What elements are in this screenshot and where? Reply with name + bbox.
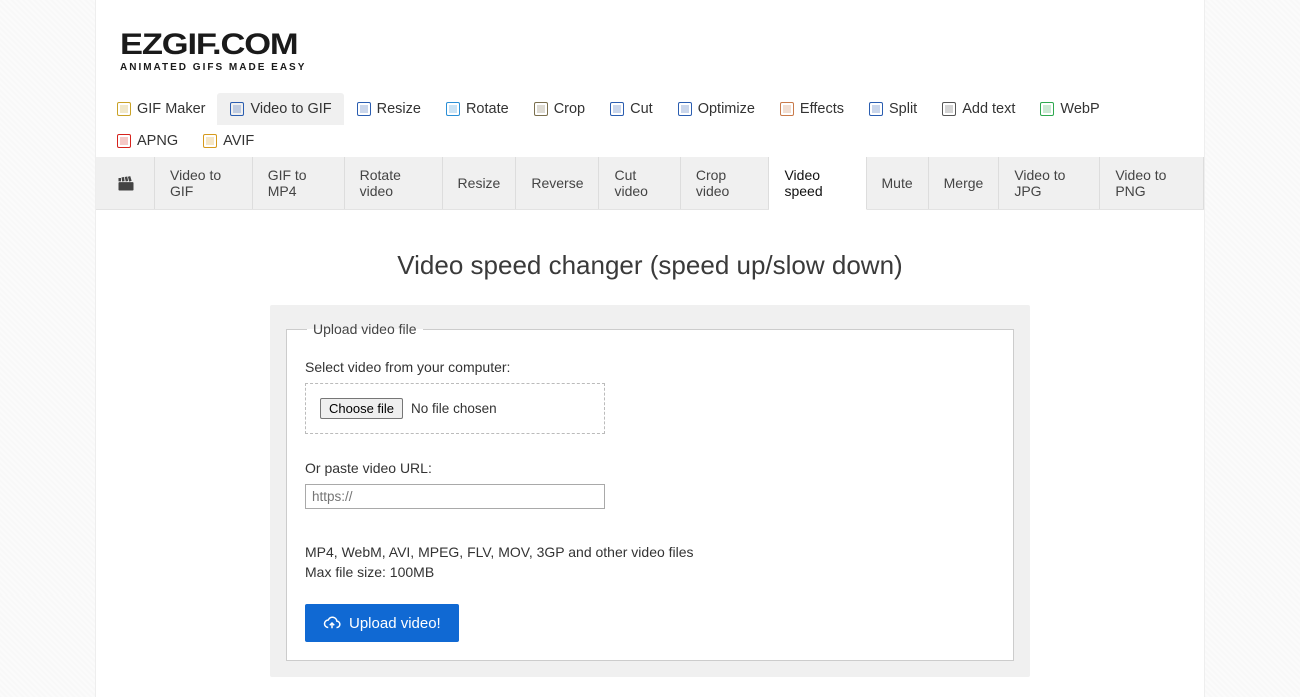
main-nav-label: GIF Maker xyxy=(137,101,205,117)
logo-sub: ANIMATED GIFS MADE EASY xyxy=(120,62,1180,73)
main-nav-item-resize[interactable]: Resize xyxy=(344,93,433,125)
add-text-icon xyxy=(941,101,957,117)
sub-nav-item-mute[interactable]: Mute xyxy=(867,157,929,209)
film-icon xyxy=(104,157,154,209)
sub-nav-item-resize[interactable]: Resize xyxy=(443,157,517,209)
crop-icon xyxy=(533,101,549,117)
sub-nav-label: Crop video xyxy=(696,167,754,199)
main-nav-item-gif-maker[interactable]: GIF Maker xyxy=(104,93,217,125)
choose-file-button[interactable]: Choose file xyxy=(320,398,403,419)
main-nav-item-webp[interactable]: WebP xyxy=(1027,93,1111,125)
video-to-gif-icon xyxy=(229,101,245,117)
rotate-icon xyxy=(445,101,461,117)
main-nav-label: Rotate xyxy=(466,101,509,117)
sub-nav-label: Video to PNG xyxy=(1115,167,1188,199)
main-nav-label: AVIF xyxy=(223,133,254,149)
main-nav-item-apng[interactable]: APNG xyxy=(104,125,190,157)
sub-nav-item-merge[interactable]: Merge xyxy=(929,157,1000,209)
logo-link[interactable]: EZGIF.COM ANIMATED GIFS MADE EASY xyxy=(120,30,1180,73)
logo-main: EZGIF.COM xyxy=(120,30,1300,60)
main-nav-label: WebP xyxy=(1060,101,1099,117)
main-nav-item-crop[interactable]: Crop xyxy=(521,93,597,125)
main-nav-label: Video to GIF xyxy=(250,101,331,117)
main-nav-label: Split xyxy=(889,101,917,117)
sub-nav-item-video-to-gif[interactable]: Video to GIF xyxy=(154,157,253,209)
main-nav-label: Cut xyxy=(630,101,653,117)
main-nav-label: Add text xyxy=(962,101,1015,117)
split-icon xyxy=(868,101,884,117)
main-nav-item-split[interactable]: Split xyxy=(856,93,929,125)
hint-formats: MP4, WebM, AVI, MPEG, FLV, MOV, 3GP and … xyxy=(305,544,694,560)
select-file-label: Select video from your computer: xyxy=(305,359,995,375)
main-nav-label: Resize xyxy=(377,101,421,117)
sub-nav-label: Video to JPG xyxy=(1014,167,1084,199)
url-label: Or paste video URL: xyxy=(305,460,995,476)
main-nav-item-add-text[interactable]: Add text xyxy=(929,93,1027,125)
sub-nav-label: Video to GIF xyxy=(170,167,237,199)
content: Video speed changer (speed up/slow down)… xyxy=(96,210,1204,697)
main-nav-item-video-to-gif[interactable]: Video to GIF xyxy=(217,93,343,125)
sub-nav-item-video-to-png[interactable]: Video to PNG xyxy=(1100,157,1204,209)
file-drop-zone[interactable]: Choose file No file chosen xyxy=(305,383,605,434)
url-input[interactable] xyxy=(305,484,605,509)
upload-hint: MP4, WebM, AVI, MPEG, FLV, MOV, 3GP and … xyxy=(305,543,995,582)
resize-icon xyxy=(356,101,372,117)
upload-panel: Upload video file Select video from your… xyxy=(270,305,1030,677)
main-nav-label: Crop xyxy=(554,101,585,117)
sub-nav-label: Cut video xyxy=(614,167,664,199)
main-nav-item-rotate[interactable]: Rotate xyxy=(433,93,521,125)
sub-nav-item-crop-video[interactable]: Crop video xyxy=(681,157,770,209)
sub-nav-label: Mute xyxy=(882,175,913,191)
main-nav-item-cut[interactable]: Cut xyxy=(597,93,665,125)
sub-nav-item-video-to-jpg[interactable]: Video to JPG xyxy=(999,157,1100,209)
main-nav-item-effects[interactable]: Effects xyxy=(767,93,856,125)
header: EZGIF.COM ANIMATED GIFS MADE EASY xyxy=(96,0,1204,83)
cloud-upload-icon xyxy=(323,614,341,632)
main-nav-item-optimize[interactable]: Optimize xyxy=(665,93,767,125)
sub-nav-item-rotate-video[interactable]: Rotate video xyxy=(345,157,443,209)
apng-icon xyxy=(116,133,132,149)
upload-button[interactable]: Upload video! xyxy=(305,604,459,642)
sub-nav: Video to GIF GIF to MP4 Rotate video Resize… xyxy=(96,157,1204,210)
main-nav-label: Effects xyxy=(800,101,844,117)
main-nav-label: APNG xyxy=(137,133,178,149)
cut-icon xyxy=(609,101,625,117)
main-nav-item-avif[interactable]: AVIF xyxy=(190,125,266,157)
sub-nav-label: GIF to MP4 xyxy=(268,167,329,199)
upload-fieldset: Upload video file Select video from your… xyxy=(286,321,1014,661)
optimize-icon xyxy=(677,101,693,117)
file-status-text: No file chosen xyxy=(411,401,497,416)
upload-legend: Upload video file xyxy=(307,321,423,337)
sub-nav-label: Merge xyxy=(944,175,984,191)
sub-nav-label: Reverse xyxy=(531,175,583,191)
sub-nav-label: Rotate video xyxy=(360,167,427,199)
main-nav: GIF Maker Video to GIF Resize Rotate Crop Cut… xyxy=(96,83,1204,157)
webp-icon xyxy=(1039,101,1055,117)
sub-nav-item-cut-video[interactable]: Cut video xyxy=(599,157,680,209)
effects-icon xyxy=(779,101,795,117)
gif-maker-icon xyxy=(116,101,132,117)
avif-icon xyxy=(202,133,218,149)
sub-nav-item-video-speed[interactable]: Video speed xyxy=(769,157,866,210)
sub-nav-label: Resize xyxy=(458,175,501,191)
sub-nav-item-reverse[interactable]: Reverse xyxy=(516,157,599,209)
page-title: Video speed changer (speed up/slow down) xyxy=(116,250,1184,281)
upload-button-label: Upload video! xyxy=(349,615,441,632)
hint-maxsize: Max file size: 100MB xyxy=(305,564,434,580)
sub-nav-label: Video speed xyxy=(784,167,850,199)
main-nav-label: Optimize xyxy=(698,101,755,117)
sub-nav-item-gif-to-mp4[interactable]: GIF to MP4 xyxy=(253,157,345,209)
